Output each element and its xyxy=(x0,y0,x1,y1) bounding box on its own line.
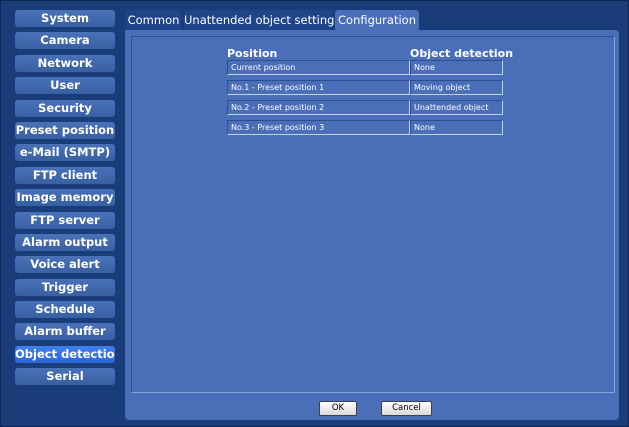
sidebar-item-network[interactable]: Network xyxy=(15,54,115,72)
configuration-panel: Position Object detection Current positi… xyxy=(125,30,619,420)
position-field-preset-2: No.2 - Preset position 2 xyxy=(227,100,410,115)
object-detection-column-header: Object detection xyxy=(410,47,514,60)
detection-field-current[interactable]: None xyxy=(410,60,503,75)
sidebar-item-alarm-buffer[interactable]: Alarm buffer xyxy=(15,323,115,341)
sidebar-item-system[interactable]: System xyxy=(15,10,115,27)
sidebar-item-camera[interactable]: Camera xyxy=(15,32,115,50)
sidebar-item-user[interactable]: User xyxy=(15,77,115,95)
position-field-preset-3: No.3 - Preset position 3 xyxy=(227,120,410,135)
ok-button[interactable]: OK xyxy=(319,401,357,416)
sidebar-item-serial[interactable]: Serial xyxy=(15,368,115,386)
position-field-current: Current position xyxy=(227,60,410,75)
sidebar-item-schedule[interactable]: Schedule xyxy=(15,301,115,319)
sidebar-menu: System Camera Network User Security Pres… xyxy=(15,10,115,391)
sidebar-item-alarm-output[interactable]: Alarm output xyxy=(15,233,115,251)
cancel-button[interactable]: Cancel xyxy=(381,401,432,416)
sidebar-item-image-memory[interactable]: Image memory xyxy=(15,189,115,207)
sidebar-item-email-smtp[interactable]: e-Mail (SMTP) xyxy=(15,144,115,162)
tab-common[interactable]: Common xyxy=(126,10,181,30)
detection-field-preset-2[interactable]: Unattended object xyxy=(410,100,503,115)
detection-field-preset-3[interactable]: None xyxy=(410,120,503,135)
sidebar-item-trigger[interactable]: Trigger xyxy=(15,278,115,296)
tab-unattended-object-setting[interactable]: Unattended object setting xyxy=(184,10,334,30)
position-column-header: Position xyxy=(227,47,278,60)
sidebar-item-ftp-server[interactable]: FTP server xyxy=(15,211,115,229)
sidebar-item-voice-alert[interactable]: Voice alert xyxy=(15,256,115,274)
sidebar-item-security[interactable]: Security xyxy=(15,99,115,117)
sidebar-item-preset-position[interactable]: Preset position xyxy=(15,121,115,139)
settings-area: Position Object detection Current positi… xyxy=(131,36,615,393)
sidebar-item-ftp-client[interactable]: FTP client xyxy=(15,166,115,184)
tab-configuration[interactable]: Configuration xyxy=(335,10,419,30)
detection-field-preset-1[interactable]: Moving object xyxy=(410,80,503,95)
position-field-preset-1: No.1 - Preset position 1 xyxy=(227,80,410,95)
sidebar-item-object-detection[interactable]: Object detection xyxy=(15,345,115,363)
app-frame: System Camera Network User Security Pres… xyxy=(0,0,629,427)
